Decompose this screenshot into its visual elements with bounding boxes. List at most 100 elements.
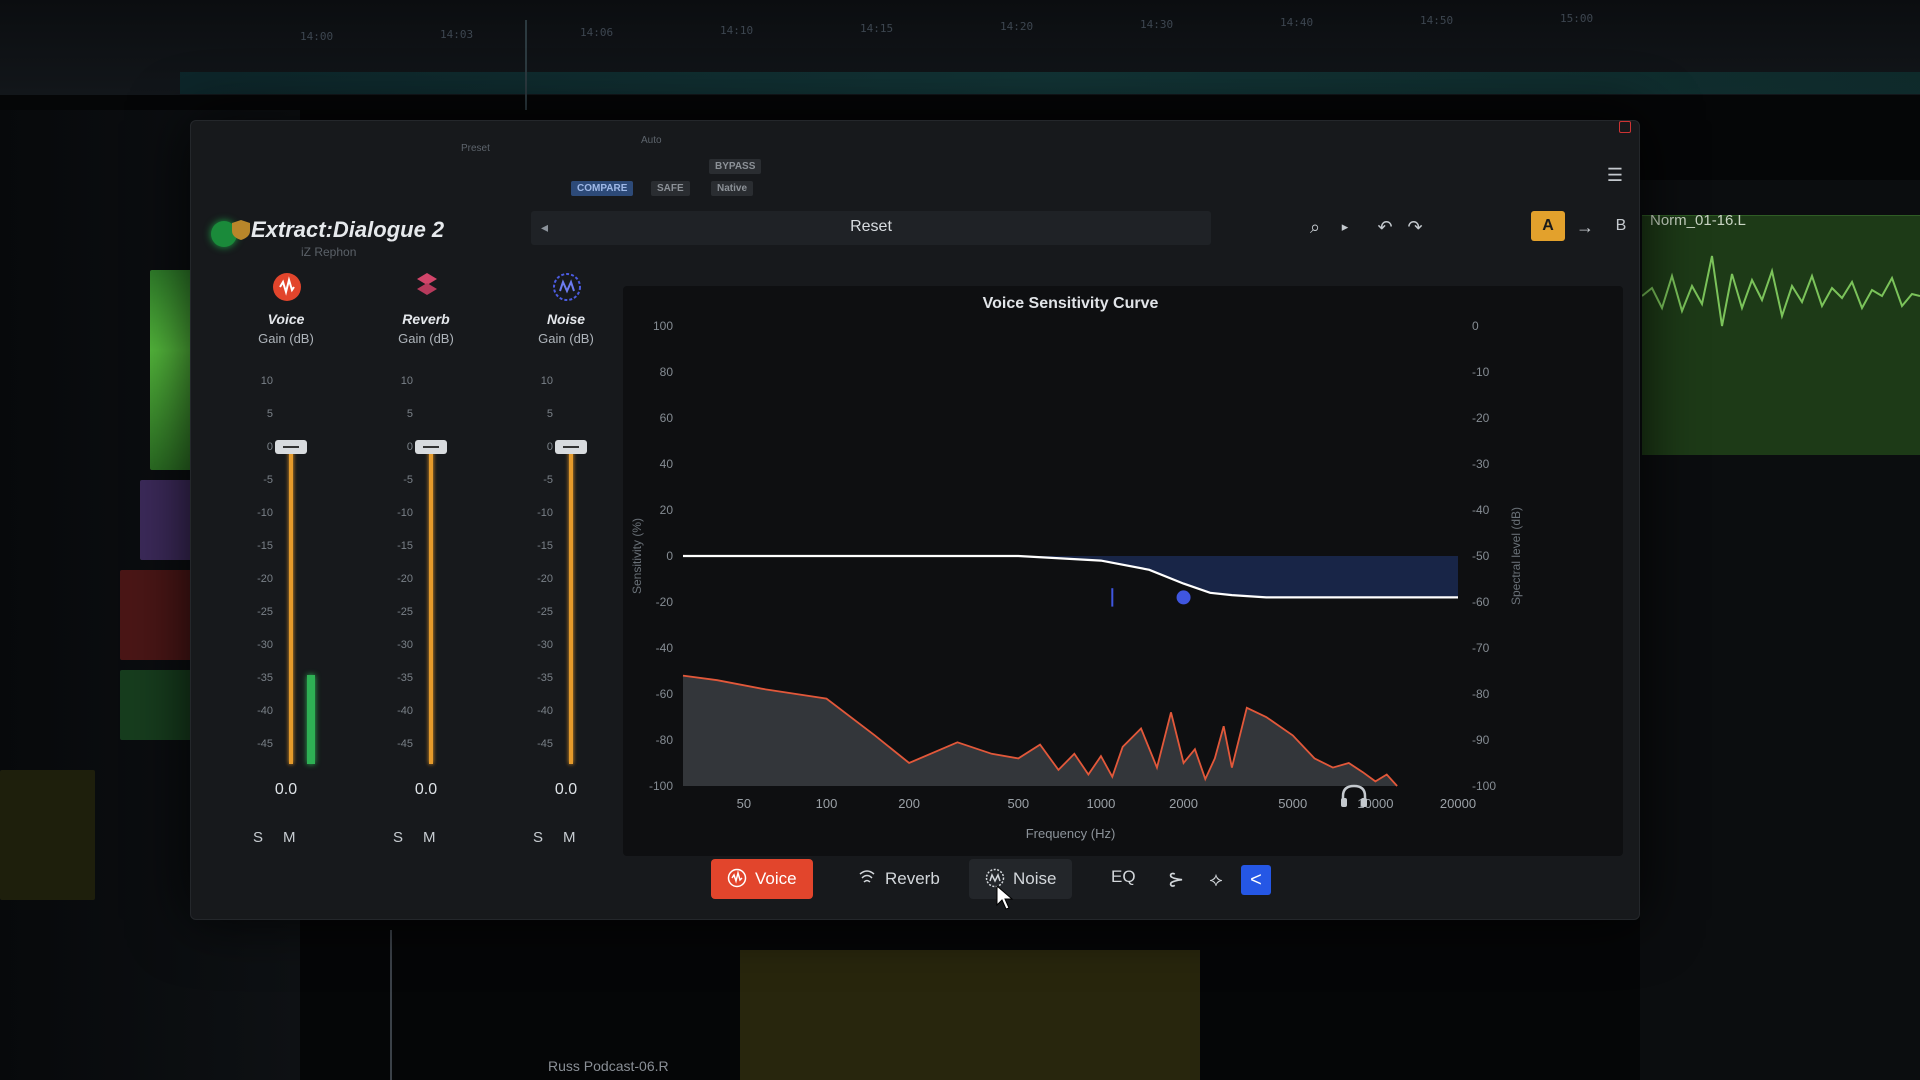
plugin-title: Extract:Dialogue 2 xyxy=(251,217,445,242)
eq-button[interactable]: EQ xyxy=(1111,867,1136,887)
bell-filter-icon[interactable]: ⟡ xyxy=(1201,865,1231,895)
daw-bottom-clip[interactable] xyxy=(740,950,1200,1080)
headphones-icon[interactable] xyxy=(1340,783,1368,809)
y2-tick-label: -10 xyxy=(1472,365,1490,379)
fader-scale-tick: -35 xyxy=(257,672,273,684)
high-shelf-filter-icon[interactable]: < xyxy=(1241,865,1271,895)
y2-tick-label: -50 xyxy=(1472,549,1490,563)
fader-scale-tick: -35 xyxy=(397,672,413,684)
mute-button[interactable]: M xyxy=(283,829,296,846)
fader-scale: 10 5 0 -5 -10 -15 -20 -25 -30 -35 -40 -45 xyxy=(233,371,273,791)
search-icon[interactable]: ⌕ xyxy=(1301,213,1329,241)
native-button[interactable]: Native xyxy=(711,181,754,196)
ab-a-button[interactable]: A xyxy=(1531,211,1565,241)
mute-button[interactable]: M xyxy=(563,829,576,846)
curve-control-point[interactable] xyxy=(1176,590,1191,605)
voice-sensitivity-graph[interactable]: Voice Sensitivity Curve 100 80 60 40 20 0 -20 -4… xyxy=(623,286,1623,856)
fader-handle[interactable] xyxy=(275,440,307,454)
fader-handle[interactable] xyxy=(415,440,447,454)
fader-unit: Gain (dB) xyxy=(538,331,594,346)
low-cut-filter-icon[interactable]: ⊱ xyxy=(1161,865,1191,895)
compare-button[interactable]: COMPARE xyxy=(571,181,634,196)
noise-icon xyxy=(553,273,581,301)
y-tick-label: 20 xyxy=(660,503,674,517)
y-tick-label: -60 xyxy=(656,687,674,701)
y-tick-label: -40 xyxy=(656,641,674,655)
daw-right-clip[interactable]: Norm_01-16.L xyxy=(1641,212,1920,455)
ruler-tick: 15:00 xyxy=(1560,12,1594,25)
x-tick-label: 1000 xyxy=(1086,796,1115,811)
y-axis-label: Sensitivity (%) xyxy=(630,518,644,594)
fader-scale-tick: -20 xyxy=(257,573,273,585)
noise-mode-button[interactable]: Noise xyxy=(969,859,1073,899)
fader-scale-tick: 10 xyxy=(400,375,413,387)
fader-level-fill xyxy=(289,447,293,764)
fader-name: Reverb xyxy=(402,311,450,327)
reset-button[interactable]: ◂ Reset xyxy=(531,211,1211,245)
component-mode-bar: Voice Reverb Noise EQ ⊱ ⟡ < xyxy=(711,851,1611,911)
redo-icon[interactable]: ↷ xyxy=(1401,213,1429,241)
bypass-button[interactable]: BYPASS xyxy=(709,159,762,174)
fader-scale-tick: 0 xyxy=(266,441,273,453)
mute-button[interactable]: M xyxy=(423,829,436,846)
daw-loop-region[interactable] xyxy=(180,72,1920,94)
voice-icon xyxy=(273,273,301,301)
menu-icon[interactable]: ☰ xyxy=(1601,161,1629,189)
mouse-cursor-icon xyxy=(996,885,1014,910)
fader-scale-tick: -30 xyxy=(257,639,273,651)
shield-logo-icon xyxy=(232,220,250,240)
ruler-tick: 14:03 xyxy=(440,28,474,41)
fader-value[interactable]: 0.0 xyxy=(491,781,641,799)
sensitivity-area xyxy=(683,556,1458,598)
play-icon[interactable]: ▸ xyxy=(1331,213,1359,241)
ab-copy-arrow-button[interactable]: → xyxy=(1571,213,1599,241)
fader-scale-tick: -10 xyxy=(537,507,553,519)
solo-button[interactable]: S xyxy=(393,829,403,846)
fader-scale-tick: -35 xyxy=(537,672,553,684)
y-tick-label: -80 xyxy=(656,733,674,747)
fader-name: Noise xyxy=(546,311,586,327)
reverb-mode-button[interactable]: Reverb xyxy=(841,859,956,899)
safe-button[interactable]: SAFE xyxy=(651,181,690,196)
fader-scale-tick: -25 xyxy=(537,606,553,618)
y2-tick-label: 0 xyxy=(1472,319,1479,333)
y2-tick-label: -30 xyxy=(1472,457,1490,471)
y-tick-label: -20 xyxy=(656,595,674,609)
fader-value[interactable]: 0.0 xyxy=(351,781,501,799)
ab-b-button[interactable]: B xyxy=(1607,211,1635,241)
y-tick-label: 0 xyxy=(666,549,673,563)
fader-level-fill xyxy=(569,447,573,764)
voice-fader-strip: Voice Gain (dB) 10 5 0 -5 -10 -15 -20 -25 -30 -35… xyxy=(211,271,361,881)
chart-svg[interactable]: Voice Sensitivity Curve100806040200-20-4… xyxy=(623,286,1623,856)
voice-icon xyxy=(727,868,747,888)
fader-handle[interactable] xyxy=(555,440,587,454)
fader-scale-tick: -40 xyxy=(257,705,273,717)
x-tick-label: 5000 xyxy=(1278,796,1307,811)
x-tick-label: 50 xyxy=(737,796,751,811)
fader-scale-tick: -40 xyxy=(537,705,553,717)
ruler-tick: 14:20 xyxy=(1000,20,1034,33)
y-tick-label: 60 xyxy=(660,411,674,425)
daw-playhead[interactable] xyxy=(525,20,527,110)
fader-scale-tick: -30 xyxy=(537,639,553,651)
x-tick-label: 2000 xyxy=(1169,796,1198,811)
mode-label: Reverb xyxy=(885,869,940,888)
y-tick-label: 100 xyxy=(653,319,673,333)
voice-mode-button[interactable]: Voice xyxy=(711,859,813,899)
solo-button[interactable]: S xyxy=(253,829,263,846)
daw-clip[interactable] xyxy=(0,770,95,900)
undo-icon[interactable]: ↶ xyxy=(1371,213,1399,241)
fader-scale-tick: -10 xyxy=(397,507,413,519)
fader-value[interactable]: 0.0 xyxy=(211,781,361,799)
fader-scale-tick: 5 xyxy=(406,408,413,420)
auto-label: Auto xyxy=(641,135,662,146)
y-tick-label: 80 xyxy=(660,365,674,379)
y-tick-label: -100 xyxy=(649,779,673,793)
solo-button[interactable]: S xyxy=(533,829,543,846)
daw-timeline-ruler[interactable]: 14:00 14:03 14:06 14:10 14:15 14:20 14:3… xyxy=(0,0,1920,95)
clip-label: Norm_01-16.L xyxy=(1650,212,1746,229)
fader-unit: Gain (dB) xyxy=(258,331,314,346)
close-icon[interactable] xyxy=(1619,121,1631,133)
fader-scale-tick: -20 xyxy=(537,573,553,585)
waveform xyxy=(1641,255,1920,327)
